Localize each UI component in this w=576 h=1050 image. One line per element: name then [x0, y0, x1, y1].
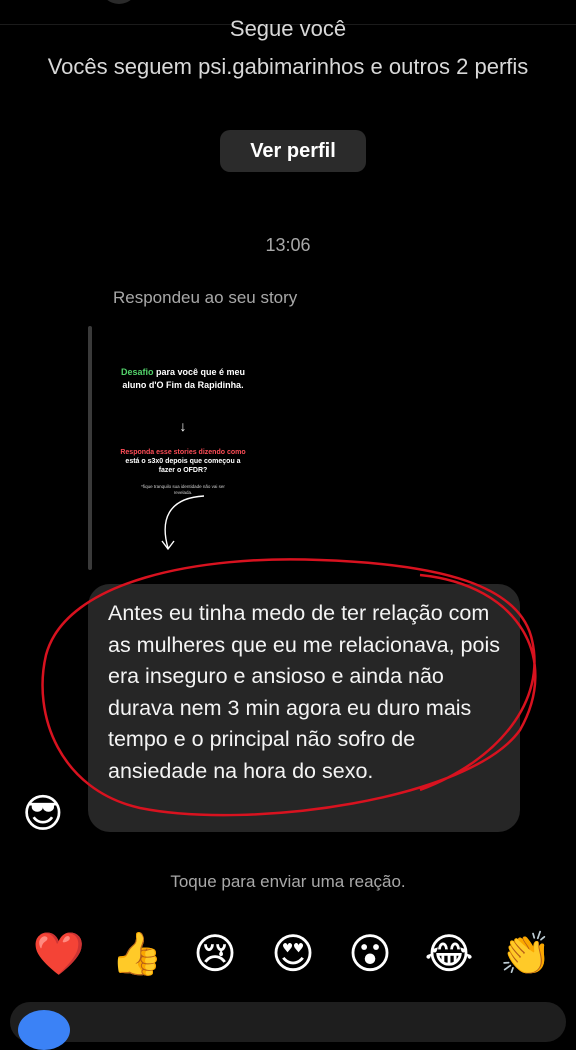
story-text-prompt: Responda esse stories dizendo como está …: [120, 448, 246, 475]
story-preview[interactable]: Desafio para você que é meu aluno d'O Fi…: [108, 326, 258, 572]
story-reply-bar: [88, 326, 92, 570]
curved-arrow-icon: [161, 495, 205, 551]
story-text-challenge: Desafio para você que é meu aluno d'O Fi…: [108, 366, 258, 392]
reaction-surprised-icon[interactable]: 😮: [342, 926, 398, 982]
reaction-thumbs-up-icon[interactable]: 👍: [109, 926, 165, 982]
message-composer[interactable]: [10, 1002, 566, 1042]
story-prompt-prefix: Responda esse stories dizendo: [120, 449, 227, 456]
reaction-laughing-icon[interactable]: 😂: [421, 926, 477, 982]
arrow-down-icon: ↓: [179, 418, 187, 434]
reaction-bar: ❤️ 👍 😢 😍 😮 😂 👏: [0, 926, 576, 986]
avatar: [100, 0, 138, 4]
reaction-heart-eyes-icon[interactable]: 😍: [265, 926, 321, 982]
mutual-followers-text: Vocês seguem psi.gabimarinhos e outros 2…: [47, 54, 529, 79]
camera-icon[interactable]: [18, 1010, 70, 1050]
sender-avatar[interactable]: 😎: [22, 790, 64, 838]
reaction-clap-icon[interactable]: 👏: [498, 926, 554, 982]
reaction-hint: Toque para enviar uma reação.: [170, 872, 406, 891]
message-timestamp: 13:06: [265, 235, 311, 255]
follows-you-text: Segue você: [229, 16, 347, 41]
message-bubble[interactable]: Antes eu tinha medo de ter relação com a…: [88, 584, 520, 832]
view-profile-button[interactable]: Ver perfil: [220, 130, 366, 172]
story-prompt-rest: está o s3x0 depois que começou a fazer o…: [125, 458, 241, 474]
story-highlight-word: Desafio: [120, 367, 154, 377]
story-prompt-highlight: como: [226, 449, 246, 456]
reply-context-label: Respondeu ao seu story: [113, 288, 298, 307]
reaction-heart-icon[interactable]: ❤️: [31, 926, 87, 982]
reaction-crying-icon[interactable]: 😢: [187, 926, 243, 982]
